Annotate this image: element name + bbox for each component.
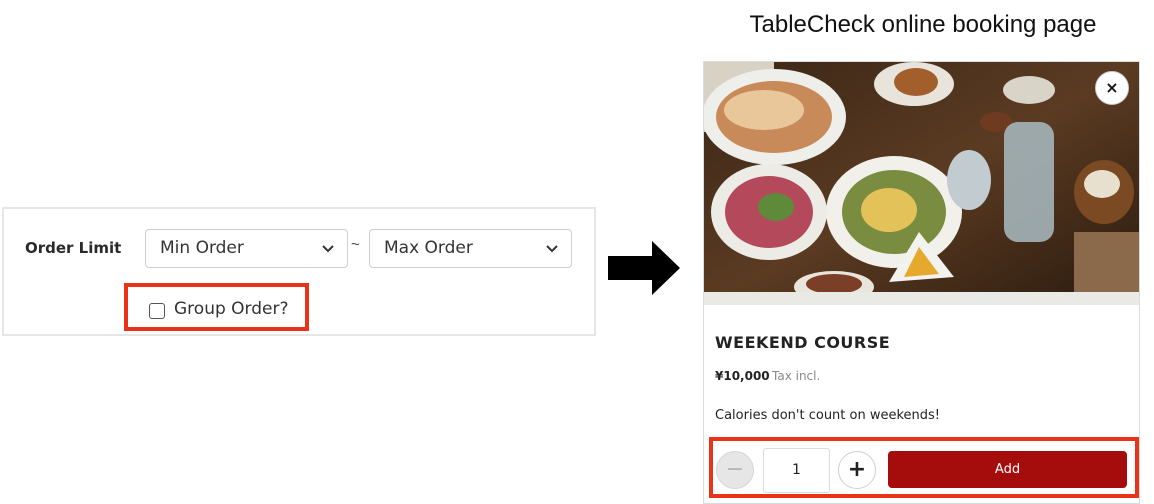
course-price: ¥10,000 xyxy=(715,369,770,383)
close-icon[interactable]: × xyxy=(1095,71,1129,105)
course-card: × WEEKEND COURSE ¥10,000 Tax incl. Calor… xyxy=(703,61,1140,504)
increase-quantity-button[interactable]: + xyxy=(838,451,876,489)
decrease-quantity-button[interactable]: − xyxy=(716,451,754,489)
min-order-select[interactable]: Min Order xyxy=(145,229,348,268)
group-order-highlight: Group Order? xyxy=(124,283,309,331)
quantity-input[interactable]: 1 xyxy=(763,448,830,493)
range-separator: ~ xyxy=(351,236,360,253)
course-title: WEEKEND COURSE xyxy=(715,333,891,352)
page-heading: TableCheck online booking page xyxy=(749,11,1097,38)
chevron-down-icon xyxy=(322,245,334,253)
quantity-highlight: − 1 + Add xyxy=(709,437,1139,498)
course-description: Calories don't count on weekends! xyxy=(715,408,941,423)
max-order-value: Max Order xyxy=(384,238,473,258)
tax-note: Tax incl. xyxy=(772,369,821,383)
group-order-checkbox[interactable] xyxy=(149,303,165,319)
order-limit-label: Order Limit xyxy=(25,239,122,257)
course-photo xyxy=(704,62,1139,305)
order-limit-panel: Order Limit Min Order ~ Max Order Group … xyxy=(2,207,596,336)
group-order-label: Group Order? xyxy=(174,299,289,319)
add-button[interactable]: Add xyxy=(888,451,1127,488)
right-arrow-icon xyxy=(608,241,680,295)
max-order-select[interactable]: Max Order xyxy=(369,229,572,268)
chevron-down-icon xyxy=(546,245,558,253)
min-order-value: Min Order xyxy=(160,238,244,258)
